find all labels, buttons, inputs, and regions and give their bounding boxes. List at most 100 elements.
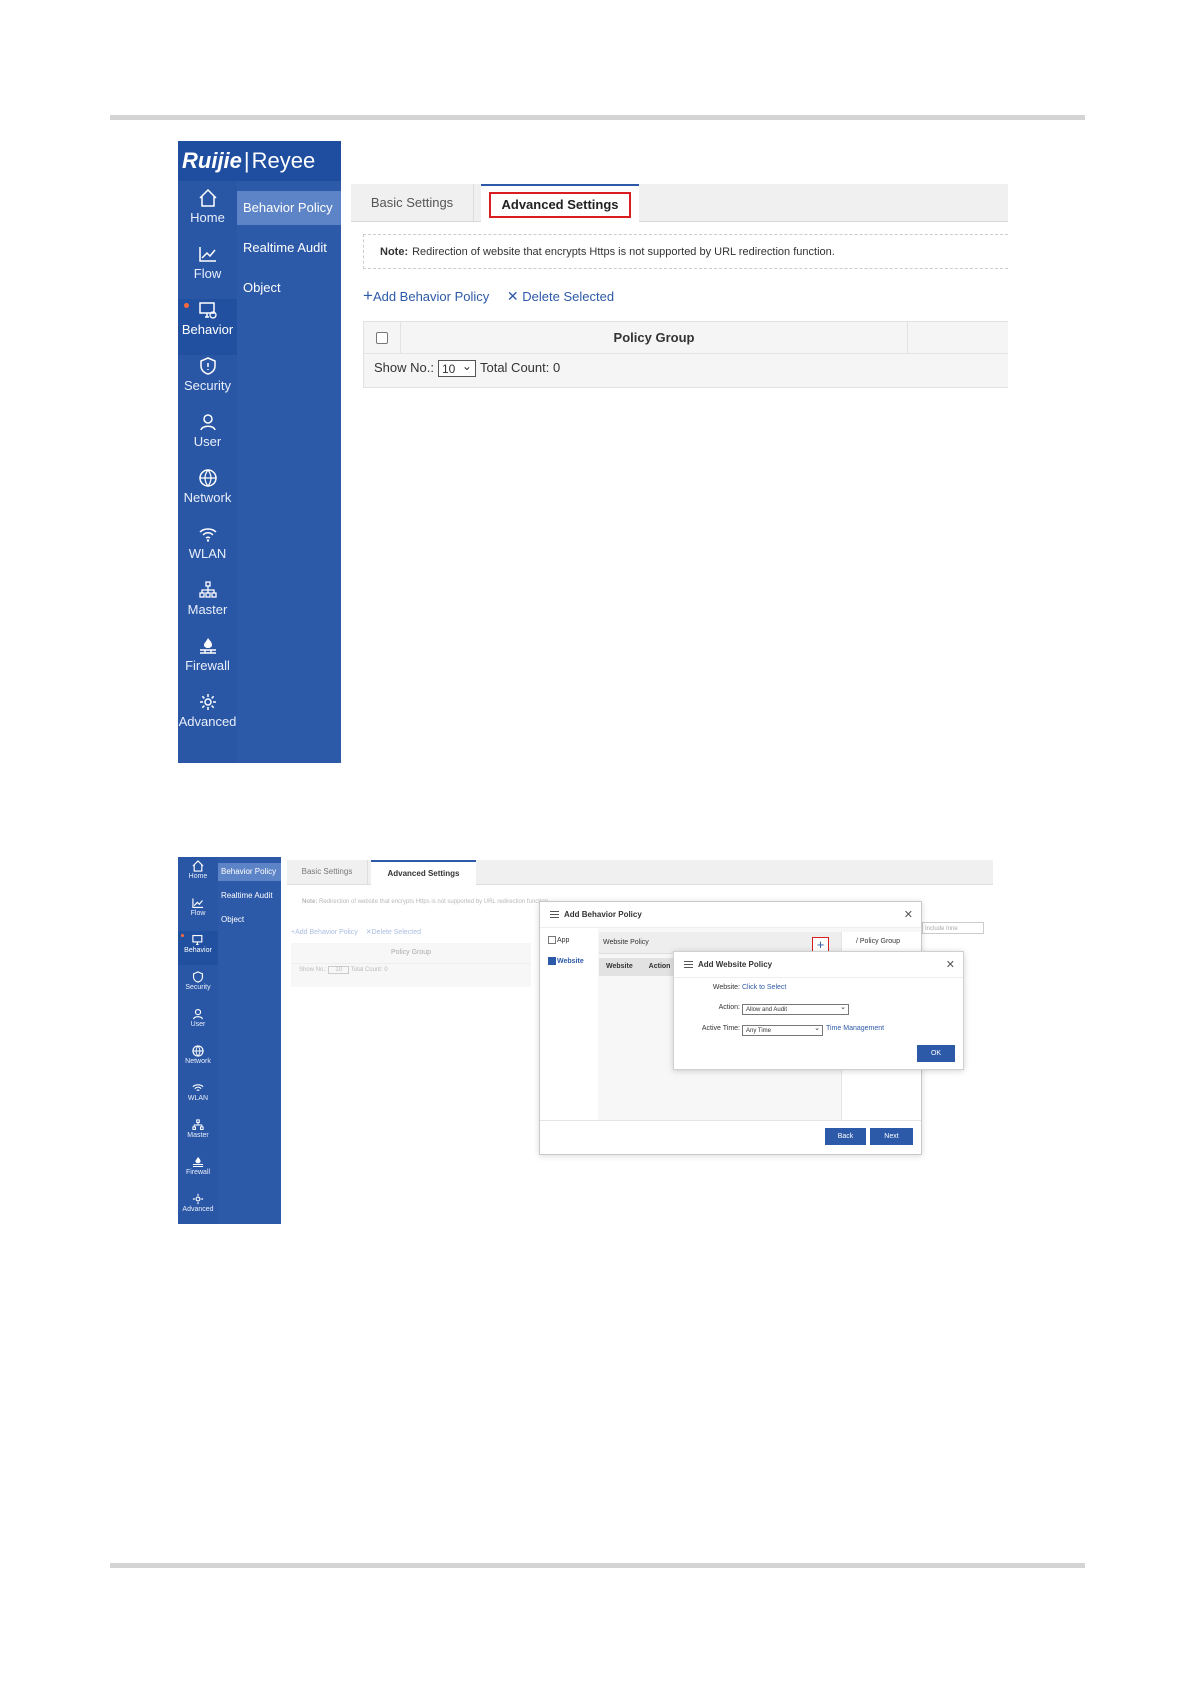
- total-count: Total Count: 0: [479, 360, 561, 375]
- close-icon[interactable]: ✕: [904, 902, 913, 928]
- nav-advanced-label: Advanced: [182, 1206, 214, 1213]
- policy-table: Policy Group Show No.:10Total Count: 0: [363, 321, 1008, 388]
- behavior-monitor-icon: [192, 934, 203, 946]
- app-checkbox[interactable]: [548, 936, 556, 944]
- delete-selected-button[interactable]: ✕Delete Selected: [366, 929, 421, 936]
- dialog-header: Add Website Policy ✕: [674, 952, 963, 978]
- submenu-behavior-policy[interactable]: Behavior Policy: [237, 191, 341, 225]
- submenu-realtime-audit[interactable]: Realtime Audit: [218, 887, 281, 905]
- tab-advanced-settings[interactable]: Advanced Settings: [371, 860, 476, 885]
- nav-security[interactable]: Security: [178, 968, 218, 1002]
- topology-icon: [198, 581, 217, 598]
- close-icon[interactable]: ✕: [946, 952, 955, 978]
- page-size-select[interactable]: 10: [437, 358, 476, 378]
- nav-firewall[interactable]: Firewall: [178, 635, 237, 691]
- column-website: Website: [606, 963, 633, 970]
- nav-home[interactable]: Home: [178, 187, 237, 243]
- policy-type-options: App Website: [540, 928, 599, 1120]
- nav-flow[interactable]: Flow: [178, 894, 218, 928]
- note-label: Note:: [302, 899, 318, 905]
- tab-advanced-settings[interactable]: Advanced Settings: [481, 184, 639, 222]
- website-checkbox[interactable]: [548, 957, 556, 965]
- tab-bar: Basic Settings Advanced Settings: [287, 860, 993, 885]
- home-icon: [192, 860, 204, 872]
- nav-home-label: Home: [190, 210, 225, 225]
- flow-chart-icon: [192, 898, 204, 909]
- delete-selected-label: Delete Selected: [522, 289, 615, 304]
- option-website[interactable]: Website: [548, 957, 584, 965]
- nav-network[interactable]: Network: [178, 467, 237, 523]
- nav-master[interactable]: Master: [178, 579, 237, 635]
- page-bottom-rule: [110, 1563, 1085, 1568]
- dialog-title: Add Behavior Policy: [564, 910, 642, 919]
- brand-logo: Ruijie|Reyee: [178, 141, 341, 181]
- screenshot-add-website-policy: Home Flow Behavior Security User Network…: [178, 857, 993, 1224]
- sub-menu: Behavior Policy Realtime Audit Object: [237, 181, 341, 311]
- nav-behavior-label: Behavior: [184, 947, 212, 954]
- user-icon: [199, 414, 216, 431]
- page-size-select[interactable]: 10: [328, 966, 350, 974]
- click-to-select-link[interactable]: Click to Select: [742, 984, 786, 991]
- next-button[interactable]: Next: [870, 1128, 913, 1145]
- nav-rail: Home Flow Behavior Security User Network…: [178, 857, 218, 1224]
- nav-behavior[interactable]: Behavior: [178, 299, 237, 355]
- nav-user[interactable]: User: [178, 411, 237, 467]
- add-behavior-policy-button[interactable]: +Add Behavior Policy: [291, 929, 358, 936]
- menu-icon: [684, 961, 693, 968]
- policy-table: Policy Group Show No.: 10 Total Count: 0: [291, 943, 531, 987]
- nav-network-label: Network: [183, 490, 232, 505]
- delete-selected-button[interactable]: ✕ Delete Selected: [507, 288, 615, 304]
- menu-icon: [550, 911, 559, 918]
- nav-flow[interactable]: Flow: [178, 243, 237, 299]
- nav-home[interactable]: Home: [178, 857, 218, 891]
- logo-separator: |: [243, 148, 250, 173]
- nav-wlan[interactable]: WLAN: [178, 523, 237, 579]
- nav-security-label: Security: [185, 984, 211, 991]
- nav-rail: Home Flow Behavior Security User Network…: [178, 181, 237, 763]
- time-management-link[interactable]: Time Management: [826, 1025, 884, 1032]
- home-icon: [198, 188, 217, 207]
- add-behavior-policy-label: Add Behavior Policy: [372, 289, 490, 304]
- policy-group-label: / Policy Group: [856, 938, 900, 945]
- show-no-label: Show No.:: [299, 967, 327, 973]
- nav-user-label: User: [190, 1021, 206, 1028]
- nav-firewall[interactable]: Firewall: [178, 1153, 218, 1187]
- submenu-object[interactable]: Object: [218, 911, 281, 929]
- nav-wlan[interactable]: WLAN: [178, 1079, 218, 1113]
- globe-icon: [192, 1045, 204, 1057]
- add-behavior-policy-button[interactable]: +Add Behavior Policy: [363, 286, 490, 305]
- nav-advanced[interactable]: Advanced: [178, 691, 237, 747]
- nav-flow-label: Flow: [193, 266, 222, 281]
- include-search-input[interactable]: Include Inne: [922, 922, 984, 934]
- shield-icon: [192, 971, 204, 983]
- nav-network[interactable]: Network: [178, 1042, 218, 1076]
- ok-button[interactable]: OK: [917, 1045, 955, 1062]
- active-time-select[interactable]: Any Time: [742, 1023, 823, 1036]
- flow-chart-icon: [198, 247, 216, 262]
- wifi-icon: [192, 1084, 204, 1091]
- nav-advanced[interactable]: Advanced: [178, 1190, 218, 1224]
- option-app-label: App: [557, 936, 570, 944]
- screenshot-advanced-settings: Ruijie|Reyee Home Flow Behavior Security: [178, 141, 1008, 763]
- nav-home-label: Home: [188, 873, 208, 880]
- nav-user[interactable]: User: [178, 1005, 218, 1039]
- active-time-label: Active Time:: [701, 1025, 740, 1032]
- submenu-realtime-audit[interactable]: Realtime Audit: [237, 231, 341, 265]
- tab-basic-settings[interactable]: Basic Settings: [287, 860, 368, 884]
- submenu-object[interactable]: Object: [237, 271, 341, 305]
- website-policy-label: Website Policy: [603, 939, 649, 946]
- dialog-title: Add Website Policy: [698, 960, 773, 969]
- submenu-behavior-policy[interactable]: Behavior Policy: [218, 863, 281, 881]
- nav-behavior[interactable]: Behavior: [178, 931, 218, 965]
- option-app[interactable]: App: [548, 936, 569, 944]
- option-website-label: Website: [557, 957, 584, 965]
- nav-master[interactable]: Master: [178, 1116, 218, 1150]
- policy-group-text: Policy Group: [859, 938, 900, 945]
- nav-network-label: Network: [185, 1058, 211, 1065]
- note-text: Redirection of website that encrypts Htt…: [319, 899, 550, 905]
- action-select[interactable]: Allow and Audit: [742, 1002, 849, 1015]
- select-all-checkbox[interactable]: [376, 332, 388, 344]
- nav-security[interactable]: Security: [178, 355, 237, 411]
- tab-basic-settings[interactable]: Basic Settings: [351, 184, 474, 221]
- back-button[interactable]: Back: [825, 1128, 866, 1145]
